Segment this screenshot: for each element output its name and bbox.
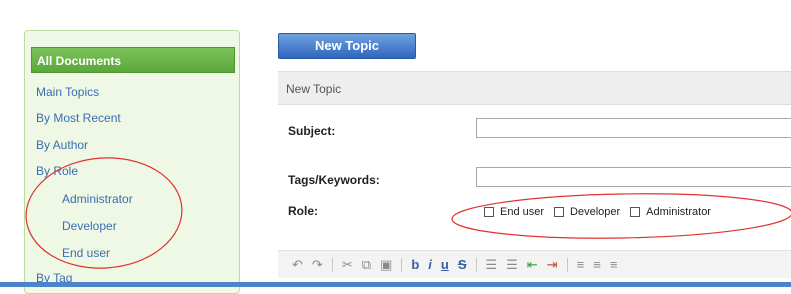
bottom-bar	[0, 282, 791, 287]
sidebar-item-by-most-recent[interactable]: By Most Recent	[36, 111, 121, 125]
sidebar-item-end-user[interactable]: End user	[62, 246, 110, 260]
sidebar: All Documents	[24, 30, 240, 294]
toolbar-divider	[475, 257, 477, 272]
bulleted-list-icon[interactable]: ☰	[506, 258, 518, 271]
tags-label: Tags/Keywords:	[288, 173, 380, 187]
toolbar-divider	[331, 257, 333, 272]
role-label: Role:	[288, 204, 318, 218]
end-user-checkbox[interactable]	[484, 207, 494, 217]
toolbar-divider	[566, 257, 568, 272]
sidebar-header-all-documents[interactable]: All Documents	[31, 47, 235, 73]
sidebar-item-developer[interactable]: Developer	[62, 219, 117, 233]
sidebar-item-administrator[interactable]: Administrator	[62, 192, 133, 206]
new-topic-button[interactable]: New Topic	[278, 33, 416, 59]
subject-input[interactable]	[476, 118, 791, 138]
undo-icon[interactable]: ↶	[292, 258, 303, 271]
underline-icon[interactable]: u	[441, 258, 449, 271]
italic-icon[interactable]: i	[428, 258, 432, 271]
end-user-checkbox-label[interactable]: End user	[500, 206, 544, 218]
sidebar-item-main-topics[interactable]: Main Topics	[36, 85, 99, 99]
copy-icon[interactable]: ⧉	[362, 258, 371, 271]
developer-checkbox-label[interactable]: Developer	[570, 206, 620, 218]
editor-toolbar: ↶ ↷ ✂ ⧉ ▣ b i u S ☰ ☰ ⇤ ⇥ ≡ ≡ ≡	[278, 250, 791, 278]
sidebar-item-by-author[interactable]: By Author	[36, 138, 88, 152]
align-left-icon[interactable]: ≡	[577, 258, 585, 271]
role-options: End user Developer Administrator	[484, 206, 721, 218]
align-right-icon[interactable]: ≡	[610, 258, 618, 271]
tags-input[interactable]	[476, 167, 791, 187]
redo-icon[interactable]: ↷	[312, 258, 323, 271]
toolbar-divider	[401, 257, 403, 272]
indent-icon[interactable]: ⇥	[547, 258, 558, 271]
outdent-icon[interactable]: ⇤	[527, 258, 538, 271]
administrator-checkbox-label[interactable]: Administrator	[646, 206, 711, 218]
administrator-checkbox[interactable]	[630, 207, 641, 217]
paste-icon[interactable]: ▣	[380, 258, 392, 271]
developer-checkbox[interactable]	[554, 207, 565, 217]
bold-icon[interactable]: b	[411, 258, 419, 271]
cut-icon[interactable]: ✂	[342, 258, 353, 271]
subject-label: Subject:	[288, 124, 336, 138]
strikethrough-icon[interactable]: S	[458, 258, 467, 271]
form-title: New Topic	[278, 71, 791, 105]
sidebar-item-by-role[interactable]: By Role	[36, 164, 78, 178]
numbered-list-icon[interactable]: ☰	[486, 258, 498, 271]
align-center-icon[interactable]: ≡	[593, 258, 601, 271]
